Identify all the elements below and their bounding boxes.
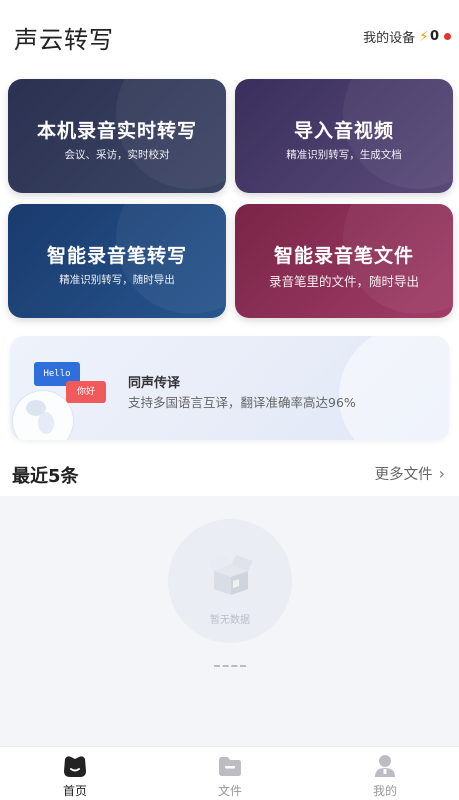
simultaneous-interpretation-banner[interactable]: Hello 你好 同声传译 支持多国语言互译，翻译准确率高达96% [10, 336, 449, 440]
tab-files[interactable]: 文件 [180, 747, 280, 800]
card-subtitle: 会议、采访，实时校对 [64, 149, 170, 161]
loading-indicator [214, 665, 246, 667]
folder-icon [219, 757, 241, 776]
card-title: 智能录音笔文件 [273, 245, 414, 267]
nihao-bubble: 你好 [66, 381, 106, 403]
tab-label: 我的 [372, 784, 397, 798]
banner-decoration [339, 336, 449, 440]
header: 声云转写 我的设备 ⚡ 0 [0, 0, 459, 72]
more-files-label: 更多文件 [374, 467, 433, 483]
my-device-label: 我的设备 [363, 31, 416, 46]
banner-subtitle: 支持多国语言互译，翻译准确率高达96% [128, 395, 356, 410]
card-local-recording[interactable]: 本机录音实时转写 会议、采访，实时校对 [8, 79, 226, 193]
card-import-media[interactable]: 导入音视频 精准识别转写，生成文档 [235, 79, 453, 193]
more-files-link[interactable]: 更多文件 › [375, 463, 445, 484]
card-subtitle: 精准识别转写，随时导出 [59, 274, 175, 286]
card-pen-transcribe[interactable]: 智能录音笔转写 精准识别转写，随时导出 [8, 204, 226, 318]
app-title: 声云转写 [14, 26, 114, 54]
card-subtitle: 录音笔里的文件，随时导出 [268, 274, 419, 289]
banner-title: 同声传译 [128, 376, 181, 391]
globe-icon [12, 390, 74, 440]
my-device-button[interactable]: 我的设备 ⚡ 0 [363, 27, 451, 46]
empty-box-icon [209, 555, 253, 595]
user-icon [375, 755, 395, 777]
empty-state-text: 暂无数据 [210, 615, 250, 626]
card-subtitle: 精准识别转写，生成文档 [286, 149, 402, 161]
tab-mine[interactable]: 我的 [335, 747, 435, 800]
device-count: 0 [429, 29, 439, 44]
card-title: 智能录音笔转写 [46, 245, 187, 267]
recent-files-list: 暂无数据 [0, 496, 459, 746]
recent-section-title: 最近5条 [12, 466, 79, 487]
tab-home[interactable]: 首页 [25, 747, 125, 800]
bottom-tab-bar: 首页 文件 我的 [0, 746, 459, 800]
chevron-right-icon: › [438, 464, 445, 483]
card-pen-files[interactable]: 智能录音笔文件 录音笔里的文件，随时导出 [235, 204, 453, 318]
card-title: 本机录音实时转写 [36, 120, 197, 142]
tab-label: 首页 [62, 784, 87, 798]
bolt-icon: ⚡ [419, 28, 429, 45]
card-title: 导入音视频 [293, 120, 394, 142]
empty-state-illustration: 暂无数据 [168, 519, 292, 643]
home-icon [64, 756, 86, 777]
tab-label: 文件 [217, 784, 242, 798]
notification-dot [444, 33, 451, 40]
